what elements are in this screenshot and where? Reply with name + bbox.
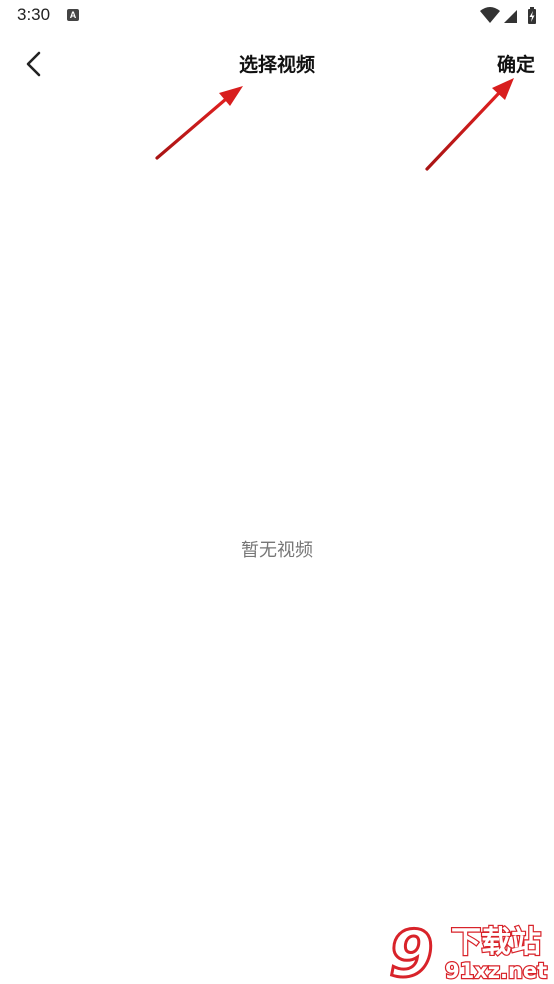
page-title: 选择视频 <box>238 54 315 76</box>
watermark-number: 9 <box>389 920 434 984</box>
site-watermark-logo: 9 下载站 91xz.net <box>388 920 549 984</box>
wifi-icon <box>480 7 500 23</box>
confirm-button[interactable]: 确定 <box>497 50 535 77</box>
battery-charging-icon <box>528 7 536 24</box>
watermark-text-bottom: 91xz.net <box>445 959 547 983</box>
watermark-text-top: 下载站 <box>451 925 541 960</box>
arrow-to-title <box>155 86 243 160</box>
signal-icon <box>504 10 517 23</box>
empty-state-text: 暂无视频 <box>241 540 313 561</box>
status-bar: 3:30 A <box>0 0 554 32</box>
status-icons <box>480 7 536 24</box>
notification-a-icon: A <box>67 9 79 21</box>
annotation-arrows <box>155 78 514 171</box>
header: 选择视频 确定 <box>0 32 554 96</box>
status-time: 3:30 <box>17 5 51 24</box>
